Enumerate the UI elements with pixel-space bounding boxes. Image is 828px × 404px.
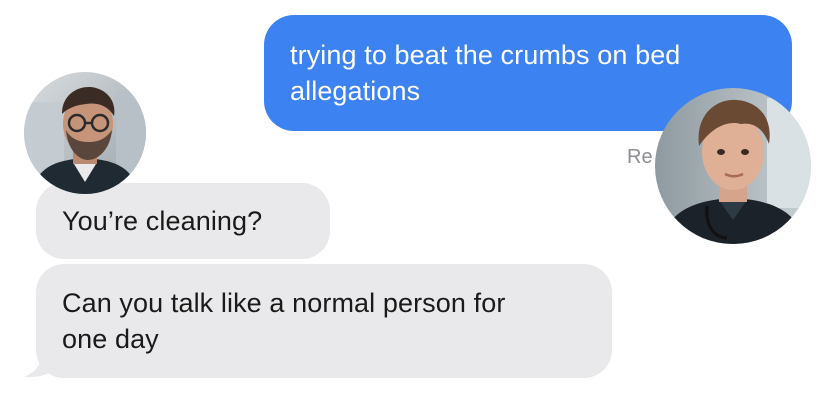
message-line: You’re cleaning?: [62, 206, 263, 236]
person-photo-icon: [655, 88, 811, 244]
message-thread: trying to beat the crumbs on bed allegat…: [0, 0, 828, 404]
avatar: [655, 88, 811, 244]
received-message-bubble[interactable]: Can you talk like a normal person for on…: [36, 264, 612, 378]
avatar: [24, 72, 146, 194]
received-message-bubble[interactable]: You’re cleaning?: [36, 183, 330, 259]
read-receipt-label: Re: [627, 146, 653, 168]
message-line: one day: [62, 324, 159, 354]
message-line: trying to beat the crumbs on bed: [290, 40, 681, 70]
person-photo-icon: [24, 72, 146, 194]
message-line: Can you talk like a normal person for: [62, 288, 506, 318]
